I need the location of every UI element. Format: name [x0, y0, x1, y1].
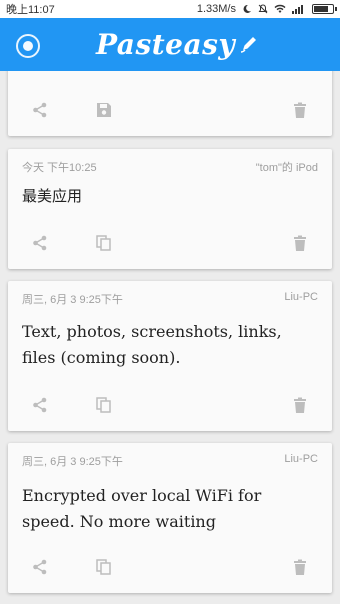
delete-icon[interactable]: [288, 555, 312, 579]
wifi-icon: [274, 4, 286, 13]
share-icon[interactable]: [28, 555, 52, 579]
network-speed: 1.33M/s: [196, 3, 236, 15]
sync-icon-dot: [23, 41, 33, 51]
mute-icon: [258, 4, 268, 14]
card-device: Liu-PC: [284, 453, 318, 465]
signal-icon: [292, 5, 303, 14]
battery-level: [314, 6, 329, 12]
app-logo: Pasteasy: [96, 24, 259, 64]
card-time: 周三, 6月 3 9:25下午: [22, 294, 123, 306]
card-meta: 周三, 6月 3 9:25下午 Liu-PC: [22, 291, 318, 307]
card-actions: [8, 393, 332, 417]
clip-card[interactable]: 周三, 6月 3 9:25下午 Liu-PC Encrypted over lo…: [8, 443, 332, 593]
card-content[interactable]: Text, photos, screenshots, links, files …: [22, 319, 318, 371]
pen-icon: [241, 37, 257, 53]
card-actions: [8, 98, 332, 122]
status-icons: 1.33M/s: [196, 3, 337, 15]
card-time: 今天 下午10:25: [22, 162, 97, 174]
card-meta: 周三, 6月 3 9:25下午 Liu-PC: [22, 453, 318, 469]
copy-icon[interactable]: [92, 231, 116, 255]
save-icon[interactable]: [92, 98, 116, 122]
card-actions: [8, 555, 332, 579]
copy-icon[interactable]: [92, 555, 116, 579]
moon-icon: [243, 4, 251, 13]
delete-icon[interactable]: [288, 231, 312, 255]
card-actions: [8, 231, 332, 255]
card-device: Liu-PC: [284, 291, 318, 303]
card-meta: 今天 下午10:25 "tom"的 iPod: [22, 159, 318, 175]
clip-card[interactable]: 今天 下午10:25 "tom"的 iPod 最美应用: [8, 149, 332, 269]
status-bar: 晚上11:07 1.33M/s: [0, 0, 340, 18]
app-bar: Pasteasy: [0, 18, 340, 71]
share-icon[interactable]: [28, 98, 52, 122]
copy-icon[interactable]: [92, 393, 116, 417]
delete-icon[interactable]: [288, 98, 312, 122]
card-content[interactable]: Encrypted over local WiFi for speed. No …: [22, 483, 318, 535]
sync-icon[interactable]: [16, 34, 40, 58]
card-time: 周三, 6月 3 9:25下午: [22, 456, 123, 468]
clip-card: [8, 71, 332, 136]
share-icon[interactable]: [28, 231, 52, 255]
clip-card[interactable]: 周三, 6月 3 9:25下午 Liu-PC Text, photos, scr…: [8, 281, 332, 431]
card-content[interactable]: 最美应用: [22, 183, 318, 209]
share-icon[interactable]: [28, 393, 52, 417]
app-title: Pasteasy: [96, 27, 236, 61]
battery-icon: [312, 4, 337, 14]
delete-icon[interactable]: [288, 393, 312, 417]
card-device: "tom"的 iPod: [255, 162, 318, 174]
clipboard-feed: 今天 下午10:25 "tom"的 iPod 最美应用 周三, 6月 3 9:2…: [0, 71, 340, 604]
status-time: 晚上11:07: [6, 4, 55, 16]
